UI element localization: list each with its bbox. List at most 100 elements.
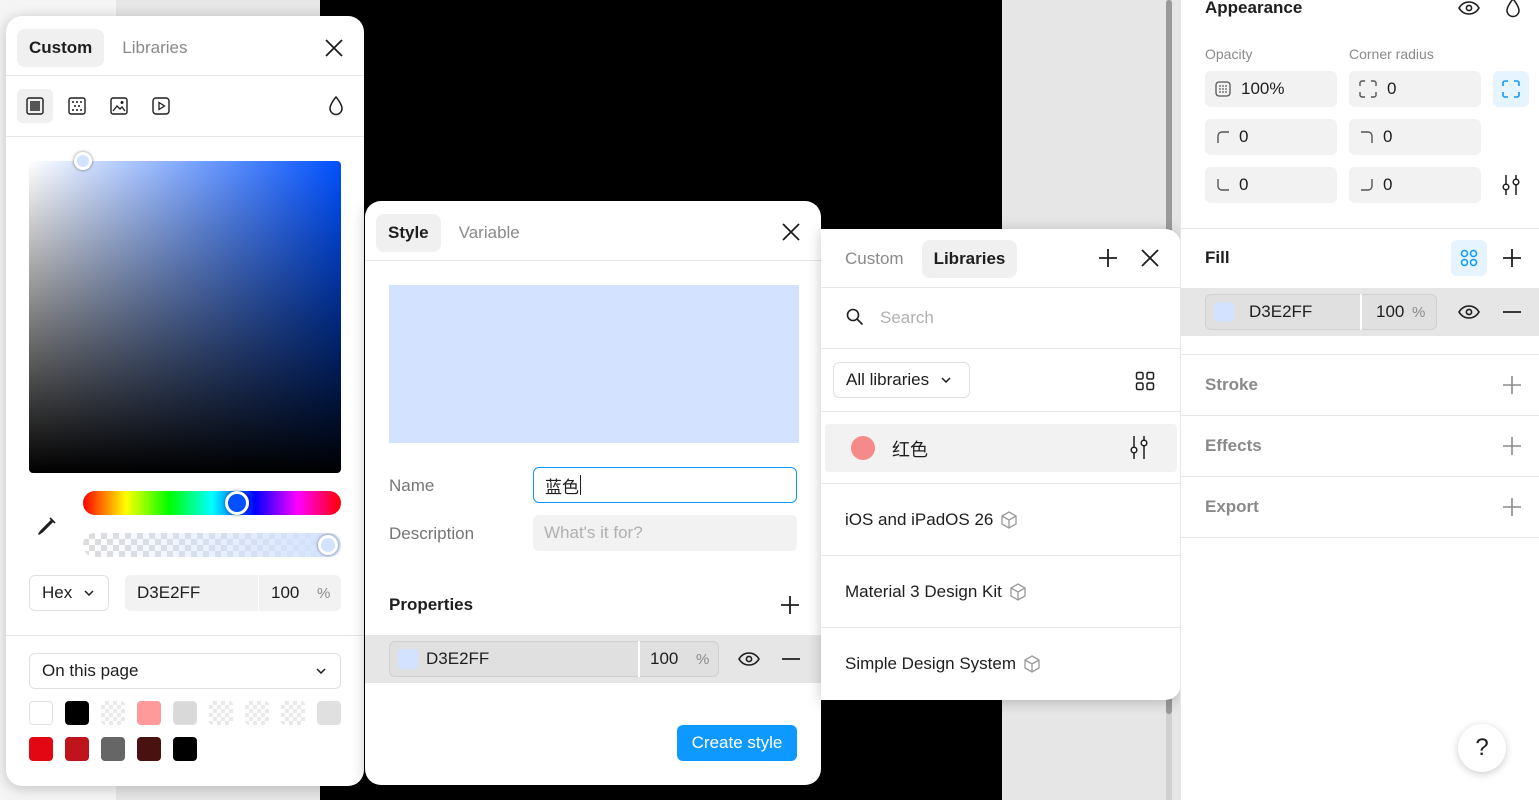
video-fill-icon[interactable] xyxy=(143,89,179,123)
remove-minus-icon[interactable] xyxy=(779,647,803,671)
add-export-plus-icon[interactable] xyxy=(1501,496,1523,518)
opacity-input[interactable]: 100 xyxy=(259,583,317,603)
style-description-input[interactable]: What's it for? xyxy=(533,515,797,551)
styles-grid-icon[interactable] xyxy=(1451,240,1487,276)
fill-hex[interactable]: D3E2FF xyxy=(1234,302,1360,322)
color-swatch[interactable] xyxy=(173,737,197,761)
fill-opacity[interactable]: 100 xyxy=(1362,302,1412,322)
color-swatch[interactable] xyxy=(209,701,233,725)
color-swatch[interactable] xyxy=(317,701,341,725)
fill-swatch[interactable] xyxy=(398,649,418,669)
libraries-panel: Custom Libraries Search All libraries 红色… xyxy=(821,229,1181,700)
corner-bottom-right-field[interactable]: 0 xyxy=(1349,167,1481,203)
color-swatch[interactable] xyxy=(29,737,53,761)
eye-icon[interactable] xyxy=(737,647,761,671)
library-cube-icon xyxy=(1024,655,1040,673)
hue-slider-handle[interactable] xyxy=(225,491,249,515)
close-icon[interactable] xyxy=(322,36,346,60)
corner-bottom-right-icon xyxy=(1361,179,1373,191)
style-color-preview xyxy=(389,285,799,443)
close-icon[interactable] xyxy=(779,220,803,244)
hex-input[interactable]: D3E2FF xyxy=(125,583,258,603)
corner-top-right-field[interactable]: 0 xyxy=(1349,119,1481,155)
opacity-slider-handle[interactable] xyxy=(318,535,338,555)
library-filter-select[interactable]: All libraries xyxy=(833,362,970,398)
style-fill-opacity[interactable]: 100 xyxy=(640,649,696,669)
help-button[interactable]: ? xyxy=(1458,724,1506,772)
blend-mode-drop-icon[interactable] xyxy=(1501,0,1525,20)
corner-top-right-value: 0 xyxy=(1383,127,1393,146)
remove-fill-minus-icon[interactable] xyxy=(1501,300,1523,324)
edit-style-adjust-icon[interactable] xyxy=(1127,435,1151,459)
canvas-scrollbar-thumb[interactable] xyxy=(1166,0,1172,232)
eyedropper-icon[interactable] xyxy=(32,511,62,541)
library-name: Material 3 Design Kit xyxy=(845,582,1002,601)
chevron-down-icon xyxy=(941,377,951,383)
library-item[interactable]: iOS and iPadOS 26 xyxy=(821,484,1181,556)
tab-libraries[interactable]: Libraries xyxy=(921,240,1018,278)
tab-variable[interactable]: Variable xyxy=(447,214,532,252)
add-property-plus-icon[interactable] xyxy=(779,594,801,616)
fill-swatch[interactable] xyxy=(1214,302,1234,322)
blend-mode-drop-icon[interactable] xyxy=(324,94,348,118)
divider xyxy=(821,411,1181,412)
close-icon[interactable] xyxy=(1139,247,1161,269)
style-fill-hex[interactable]: D3E2FF xyxy=(418,649,638,669)
color-swatch[interactable] xyxy=(65,701,89,725)
search-input[interactable]: Search xyxy=(880,308,934,328)
percent-label: % xyxy=(696,650,710,668)
add-effect-plus-icon[interactable] xyxy=(1501,435,1523,457)
saturation-handle[interactable] xyxy=(74,152,92,170)
solid-fill-icon[interactable] xyxy=(17,89,53,123)
library-filter-label: All libraries xyxy=(846,370,930,389)
create-style-button[interactable]: Create style xyxy=(677,725,797,761)
saturation-brightness-area[interactable] xyxy=(29,161,341,473)
grid-view-icon[interactable] xyxy=(1133,369,1157,393)
color-swatch[interactable] xyxy=(29,701,53,725)
color-swatch[interactable] xyxy=(137,737,161,761)
gradient-fill-icon[interactable] xyxy=(59,89,95,123)
color-mode-select[interactable]: Hex xyxy=(29,575,109,611)
add-fill-plus-icon[interactable] xyxy=(1501,247,1523,269)
description-label: Description xyxy=(389,524,475,543)
style-fill-field: D3E2FF 100 % xyxy=(389,641,719,677)
divider xyxy=(6,635,364,636)
hue-slider[interactable] xyxy=(83,491,341,515)
color-swatch[interactable] xyxy=(281,701,305,725)
eye-icon[interactable] xyxy=(1457,300,1481,324)
corner-bottom-left-field[interactable]: 0 xyxy=(1205,167,1337,203)
image-fill-icon[interactable] xyxy=(101,89,137,123)
color-swatch[interactable] xyxy=(65,737,89,761)
corner-radius-value: 0 xyxy=(1387,79,1397,98)
tab-style[interactable]: Style xyxy=(376,214,441,252)
color-swatch[interactable] xyxy=(245,701,269,725)
eye-icon[interactable] xyxy=(1457,0,1481,18)
color-swatch[interactable] xyxy=(137,701,161,725)
export-heading: Export xyxy=(1205,497,1259,516)
color-swatch[interactable] xyxy=(173,701,197,725)
layer-opacity-field[interactable]: 100% xyxy=(1205,71,1337,107)
library-name: Simple Design System xyxy=(845,654,1017,673)
opacity-slider[interactable] xyxy=(83,533,341,557)
adjust-sliders-icon[interactable] xyxy=(1499,173,1523,197)
tab-custom[interactable]: Custom xyxy=(833,240,916,278)
corner-top-left-icon xyxy=(1217,131,1229,143)
corner-radius-field[interactable]: 0 xyxy=(1349,71,1481,107)
swatch-scope-select[interactable]: On this page xyxy=(29,653,341,689)
divider xyxy=(1181,537,1539,538)
tab-custom[interactable]: Custom xyxy=(17,29,105,67)
percent-label: % xyxy=(317,584,331,602)
local-style-row[interactable] xyxy=(825,424,1177,472)
corner-top-left-field[interactable]: 0 xyxy=(1205,119,1337,155)
library-item[interactable]: Simple Design System xyxy=(821,628,1181,700)
style-name-input[interactable]: 蓝色 xyxy=(533,467,797,503)
fill-heading: Fill xyxy=(1205,248,1230,267)
color-swatch[interactable] xyxy=(101,701,125,725)
add-plus-icon[interactable] xyxy=(1097,247,1119,269)
independent-corners-icon[interactable] xyxy=(1493,71,1529,107)
color-swatch[interactable] xyxy=(101,737,125,761)
tab-libraries[interactable]: Libraries xyxy=(110,29,199,67)
library-cube-icon xyxy=(1010,583,1026,601)
library-item[interactable]: Material 3 Design Kit xyxy=(821,556,1181,628)
add-stroke-plus-icon[interactable] xyxy=(1501,374,1523,396)
